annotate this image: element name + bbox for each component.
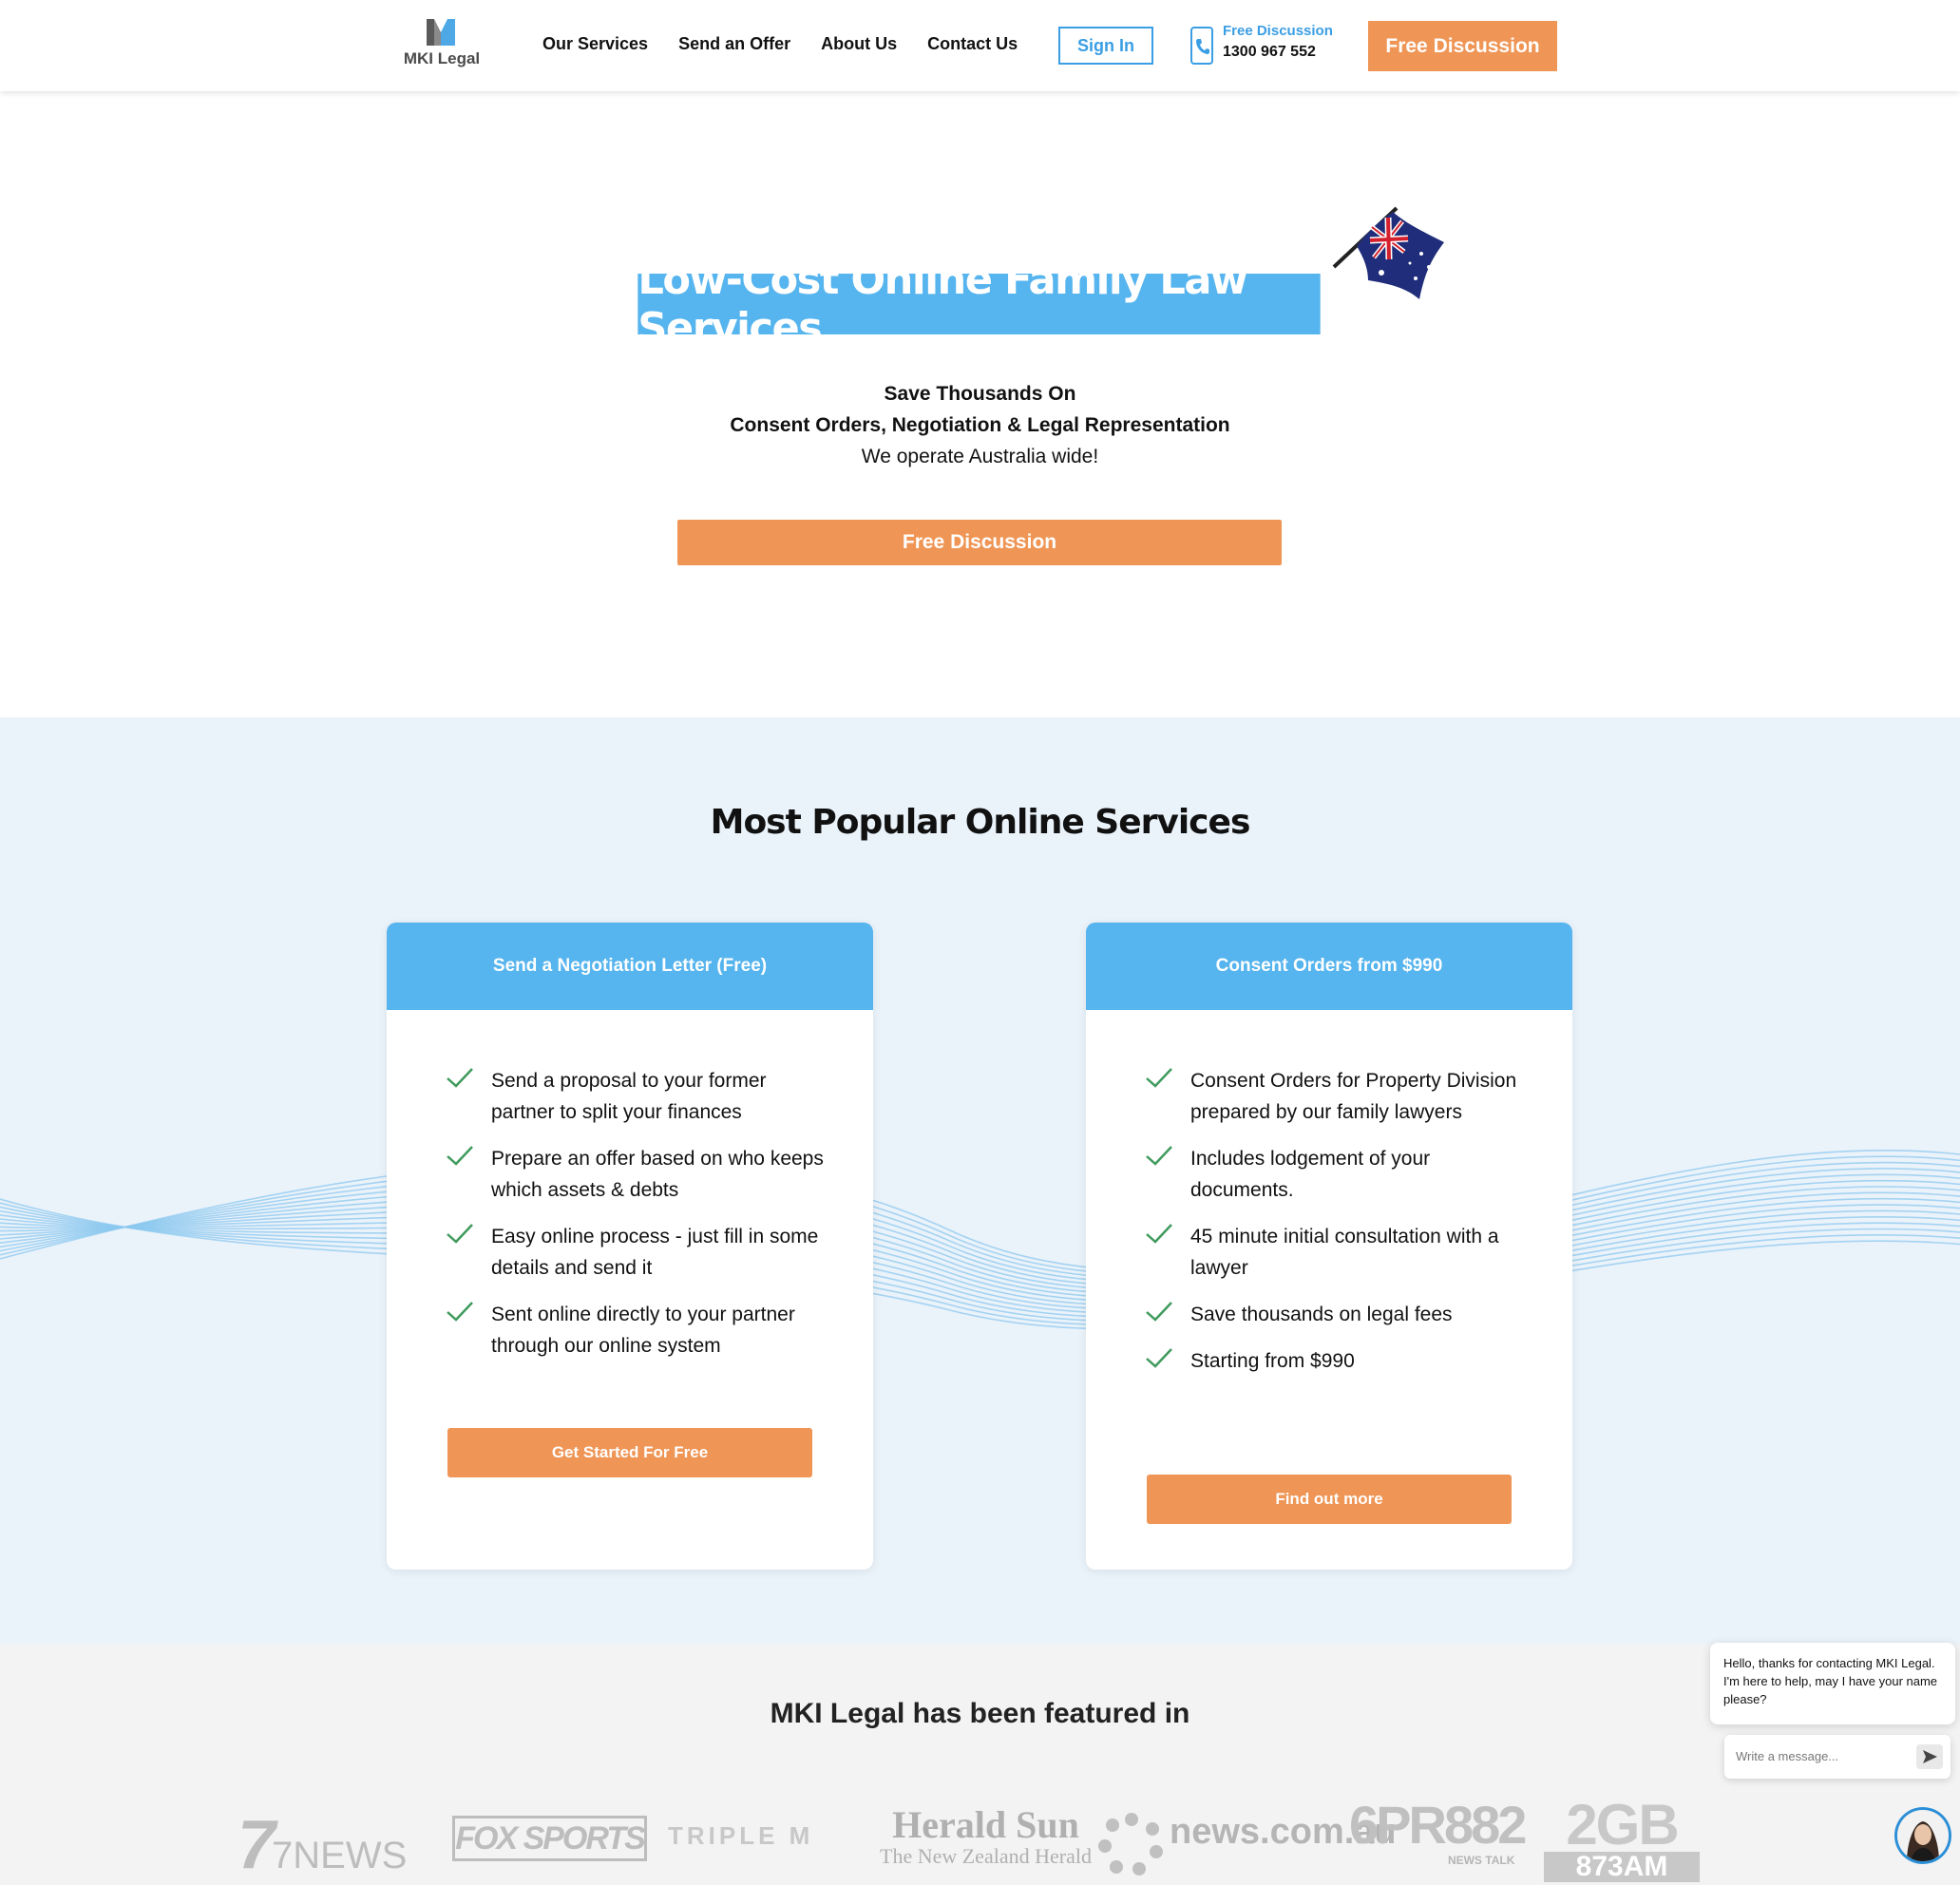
check-icon	[447, 1302, 473, 1322]
service-card-consent-orders: Consent Orders from $990 Consent Orders …	[1086, 923, 1572, 1570]
header-free-discussion-button[interactable]: Free Discussion	[1368, 21, 1557, 71]
list-item: Send a proposal to your former partner t…	[446, 1065, 826, 1128]
popular-services-section: Most Popular Online Services Send a Nego…	[0, 717, 1960, 1645]
card-heading: Send a Negotiation Letter (Free)	[387, 923, 873, 1010]
wave-line	[0, 1204, 1960, 1306]
press-logo-7news: 77NEWS	[238, 1807, 408, 1883]
chat-agent-avatar[interactable]	[1894, 1807, 1951, 1864]
list-item: Consent Orders for Property Division pre…	[1145, 1065, 1525, 1128]
press-name: 6PR882	[1349, 1795, 1527, 1855]
nav-send-an-offer[interactable]: Send an Offer	[678, 34, 790, 54]
list-item: Starting from $990	[1145, 1345, 1525, 1377]
news-dots-icon	[1098, 1813, 1163, 1875]
list-item: Sent online directly to your partner thr…	[446, 1299, 826, 1361]
chat-input-placeholder: Write a message...	[1736, 1749, 1839, 1763]
press-logo-news-com-au: news.com.au	[1097, 1810, 1397, 1878]
press-logo-6pr: 6PR882 NEWS TALK	[1349, 1795, 1527, 1868]
check-icon	[447, 1146, 473, 1166]
site-header: MKI Legal Our Services Send an Offer Abo…	[0, 0, 1960, 91]
check-icon	[1146, 1224, 1172, 1244]
list-item: 45 minute initial consultation with a la…	[1145, 1221, 1525, 1284]
check-icon	[1146, 1348, 1172, 1368]
nav-about-us[interactable]: About Us	[821, 34, 897, 54]
feature-list: Consent Orders for Property Division pre…	[1145, 1065, 1525, 1392]
mki-logo-icon	[427, 19, 455, 46]
check-icon	[447, 1068, 473, 1088]
list-item-text: Includes lodgement of your documents.	[1190, 1148, 1431, 1201]
hero-title: Low-Cost Online Family Law Services	[637, 256, 1321, 352]
main-nav: Our Services Send an Offer About Us Cont…	[542, 34, 1018, 54]
press-name: TRIPLE M	[668, 1821, 814, 1850]
nav-contact-us[interactable]: Contact Us	[927, 34, 1018, 54]
send-icon	[1923, 1750, 1937, 1763]
press-logo-triple-m: TRIPLE M	[668, 1821, 813, 1851]
services-title: Most Popular Online Services	[710, 803, 1251, 842]
check-icon	[1146, 1302, 1172, 1322]
list-item: Prepare an offer based on who keeps whic…	[446, 1143, 826, 1206]
chat-send-button[interactable]	[1916, 1744, 1943, 1769]
list-item-text: Prepare an offer based on who keeps whic…	[491, 1148, 824, 1201]
list-item: Save thousands on legal fees	[1145, 1299, 1525, 1330]
press-name: 2GB	[1566, 1793, 1679, 1856]
list-item: Easy online process - just fill in some …	[446, 1221, 826, 1284]
service-card-negotiation: Send a Negotiation Letter (Free) Send a …	[387, 923, 873, 1570]
press-logo-2gb: 2GB 873AM	[1544, 1793, 1700, 1882]
featured-in-section: MKI Legal has been featured in 77NEWS FO…	[0, 1645, 1960, 1885]
check-icon	[1146, 1068, 1172, 1088]
check-icon	[1146, 1146, 1172, 1166]
find-out-more-button[interactable]: Find out more	[1147, 1475, 1512, 1524]
check-icon	[447, 1224, 473, 1244]
chat-message-input[interactable]: Write a message...	[1724, 1735, 1950, 1779]
decorative-waves	[0, 1150, 1960, 1330]
australian-flag-icon	[1332, 206, 1444, 299]
list-item-text: Easy online process - just fill in some …	[491, 1226, 819, 1279]
list-item-text: Consent Orders for Property Division pre…	[1190, 1070, 1517, 1123]
chat-greeting-bubble: Hello, thanks for contacting MKI Legal. …	[1710, 1643, 1955, 1724]
sign-in-button[interactable]: Sign In	[1058, 27, 1153, 65]
agent-photo	[1897, 1810, 1949, 1861]
featured-title: MKI Legal has been featured in	[770, 1698, 1190, 1729]
press-name: 7NEWS	[272, 1835, 408, 1876]
list-item-text: Starting from $990	[1190, 1350, 1355, 1372]
list-item-text: 45 minute initial consultation with a la…	[1190, 1226, 1499, 1279]
feature-list: Send a proposal to your former partner t…	[446, 1065, 826, 1377]
press-name: Herald Sun	[892, 1803, 1079, 1846]
wave-line	[0, 1209, 1960, 1318]
get-started-button[interactable]: Get Started For Free	[447, 1428, 812, 1477]
phone-icon	[1190, 27, 1213, 65]
hero-subtitle-1: Save Thousands On	[884, 383, 1076, 405]
hero-subtitle-2: Consent Orders, Negotiation & Legal Repr…	[730, 414, 1230, 436]
list-item-text: Send a proposal to your former partner t…	[491, 1070, 767, 1123]
hero-free-discussion-button[interactable]: Free Discussion	[677, 520, 1282, 565]
logo-text: MKI Legal	[403, 49, 481, 67]
press-name: FOX SPORTS	[455, 1819, 646, 1856]
press-logo-herald-sun: Herald Sun The New Zealand Herald	[880, 1806, 1092, 1869]
card-heading: Consent Orders from $990	[1086, 923, 1572, 1010]
hero-subtitle-3: We operate Australia wide!	[861, 446, 1099, 467]
press-name: NEWS TALK	[1447, 1854, 1515, 1867]
site-logo[interactable]: MKI Legal	[399, 15, 485, 72]
press-name: The New Zealand Herald	[880, 1844, 1092, 1868]
nav-our-services[interactable]: Our Services	[542, 34, 648, 54]
list-item: Includes lodgement of your documents.	[1145, 1143, 1525, 1206]
list-item-text: Sent online directly to your partner thr…	[491, 1304, 795, 1357]
phone-number[interactable]: 1300 967 552	[1223, 44, 1316, 61]
list-item-text: Save thousands on legal fees	[1190, 1304, 1453, 1325]
phone-label: Free Discussion	[1223, 23, 1333, 39]
press-logo-fox-sports: FOX SPORTS	[452, 1816, 647, 1861]
